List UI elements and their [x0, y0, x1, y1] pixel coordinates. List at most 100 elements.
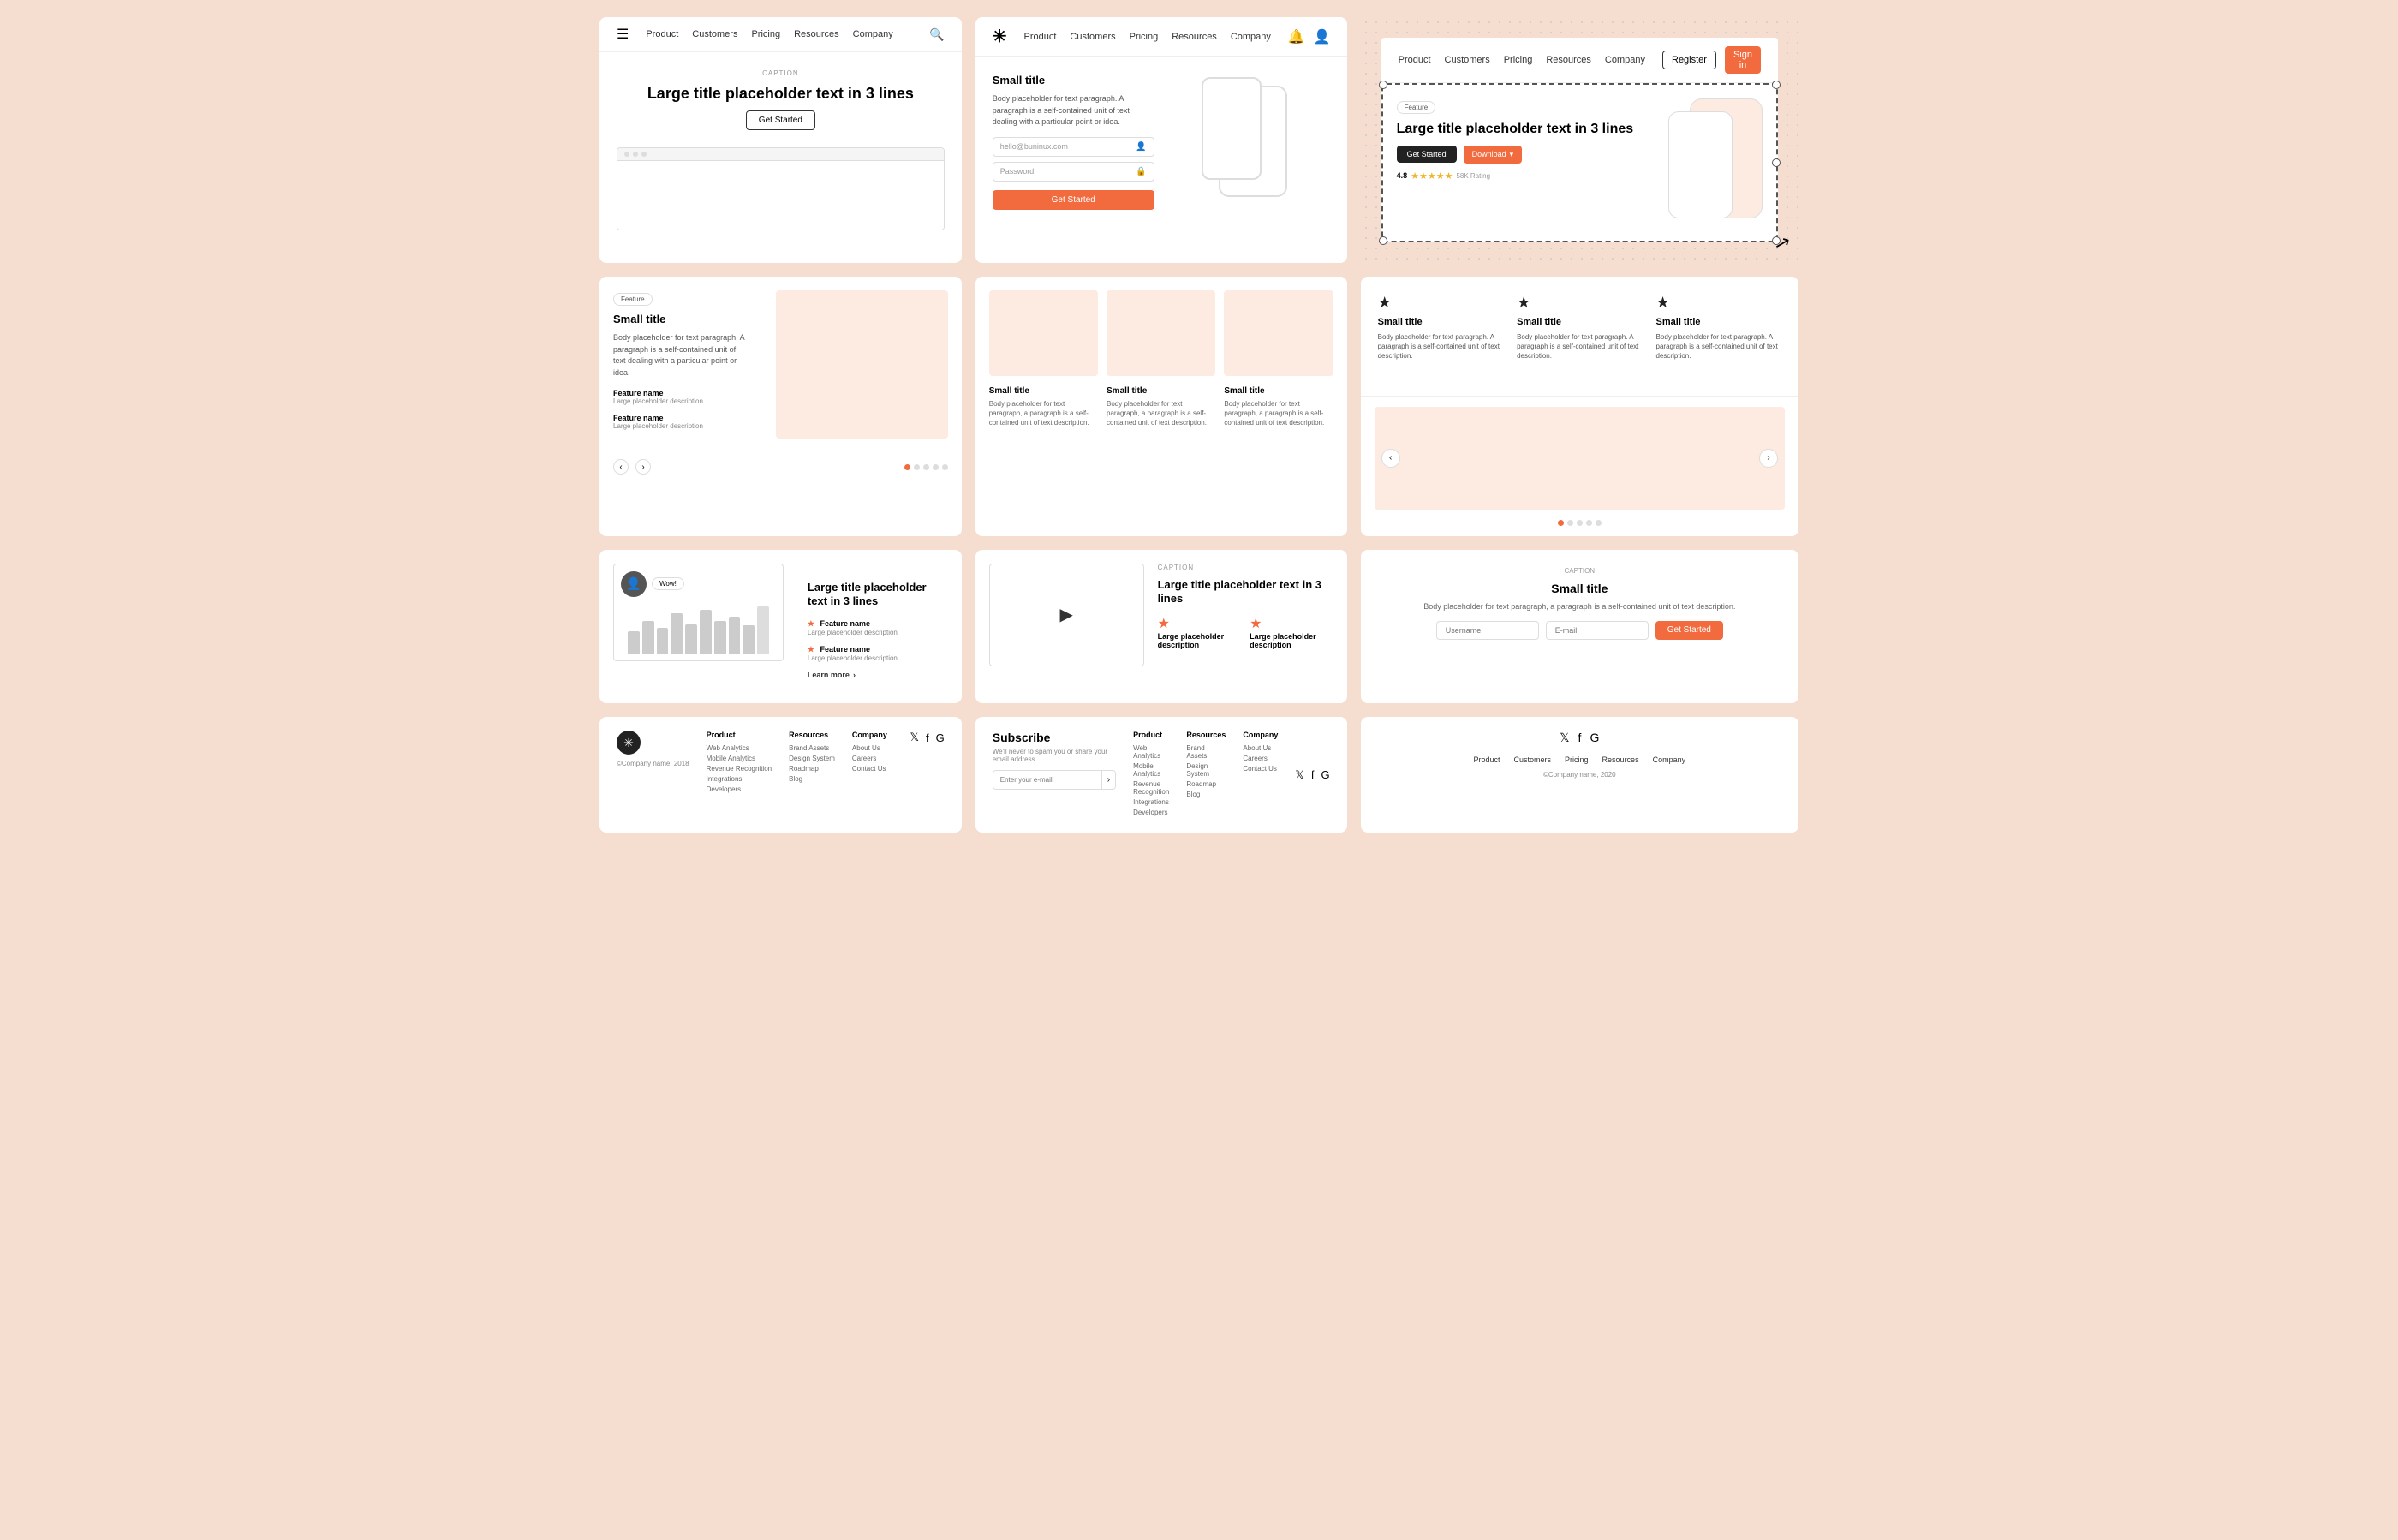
dot-1[interactable] — [904, 464, 910, 470]
carousel-next-button[interactable]: › — [1759, 449, 1778, 468]
list-item[interactable]: Integrations — [1133, 798, 1169, 806]
bar-item — [700, 610, 712, 654]
analytics-feature-1: ★ Feature name Large placeholder descrip… — [808, 619, 938, 636]
get-started-dark-button[interactable]: Get Started — [1397, 146, 1457, 163]
list-item[interactable]: Roadmap — [1186, 780, 1226, 788]
footer-nav-resources[interactable]: Resources — [1602, 755, 1639, 764]
list-item[interactable]: Design System — [789, 755, 835, 762]
prev-arrow[interactable]: ‹ — [613, 459, 629, 475]
next-arrow[interactable]: › — [635, 459, 651, 475]
nav-customers-3[interactable]: Customers — [1445, 55, 1490, 65]
list-item[interactable]: Mobile Analytics — [1133, 762, 1169, 778]
login-cta-button[interactable]: Get Started — [993, 190, 1154, 210]
list-item[interactable]: Mobile Analytics — [707, 755, 772, 762]
nav-company-3[interactable]: Company — [1605, 55, 1645, 65]
list-item[interactable]: Brand Assets — [789, 744, 835, 752]
footer-2: Subscribe We'll never to spam you or sha… — [975, 717, 1347, 833]
carousel-dot-1[interactable] — [1558, 520, 1564, 526]
nav-customers-2[interactable]: Customers — [1070, 32, 1115, 42]
list-item[interactable]: Developers — [1133, 809, 1169, 816]
carousel-dot-2[interactable] — [1567, 520, 1573, 526]
list-item[interactable]: About Us — [852, 744, 887, 752]
list-item[interactable]: Brand Assets — [1186, 744, 1226, 760]
learn-more-link[interactable]: Learn more › — [808, 671, 938, 679]
twitter-icon-2[interactable]: 𝕏 — [1295, 768, 1303, 782]
username-input[interactable] — [1436, 621, 1539, 640]
google-icon-1[interactable]: G — [936, 731, 945, 744]
nav-product-3[interactable]: Product — [1399, 55, 1431, 65]
col-2-body: Body placeholder for text paragraph, a p… — [1107, 399, 1215, 428]
feature-body: Body placeholder for text paragraph. A p… — [613, 332, 749, 379]
google-icon-2[interactable]: G — [1321, 768, 1329, 781]
cta-submit-button[interactable]: Get Started — [1655, 621, 1723, 640]
footer-nav-product[interactable]: Product — [1473, 755, 1500, 764]
carousel-section: ‹ › — [1361, 396, 1798, 536]
nav-product-1[interactable]: Product — [646, 29, 678, 39]
list-item[interactable]: Revenue Recognition — [707, 765, 772, 773]
nav-pricing-3[interactable]: Pricing — [1504, 55, 1533, 65]
twitter-icon-1[interactable]: 𝕏 — [910, 731, 919, 744]
footer-nav-pricing[interactable]: Pricing — [1565, 755, 1589, 764]
dot-2[interactable] — [914, 464, 920, 470]
footer-nav-company[interactable]: Company — [1653, 755, 1686, 764]
carousel-prev-button[interactable]: ‹ — [1381, 449, 1400, 468]
bell-icon[interactable]: 🔔 — [1288, 28, 1305, 45]
list-item[interactable]: Developers — [707, 785, 772, 793]
register-button[interactable]: Register — [1662, 51, 1716, 69]
list-item[interactable]: Blog — [1186, 791, 1226, 798]
list-item[interactable]: Contact Us — [1243, 765, 1278, 773]
login-content: Small title Body placeholder for text pa… — [975, 57, 1347, 227]
list-item[interactable]: Design System — [1186, 762, 1226, 778]
list-item[interactable]: Blog — [789, 775, 835, 783]
list-item[interactable]: Web Analytics — [1133, 744, 1169, 760]
nav-resources-3[interactable]: Resources — [1546, 55, 1591, 65]
list-item[interactable]: Revenue Recognition — [1133, 780, 1169, 796]
dot-5[interactable] — [942, 464, 948, 470]
dot-3[interactable] — [923, 464, 929, 470]
hamburger-icon[interactable]: ☰ — [617, 26, 629, 43]
list-item[interactable]: Web Analytics — [707, 744, 772, 752]
nav-pricing-1[interactable]: Pricing — [751, 29, 780, 39]
twitter-icon-3[interactable]: 𝕏 — [1560, 731, 1569, 745]
subscribe-email-input[interactable] — [993, 771, 1101, 789]
password-field[interactable]: Password 🔒 — [993, 162, 1154, 182]
search-icon[interactable]: 🔍 — [929, 27, 944, 42]
facebook-icon-1[interactable]: f — [926, 731, 929, 744]
video-right: CAPTION Large title placeholder text in … — [1158, 564, 1333, 666]
signin-button[interactable]: Sign in — [1725, 46, 1761, 74]
email-field[interactable]: hello@buninux.com 👤 — [993, 137, 1154, 157]
carousel-dot-3[interactable] — [1577, 520, 1583, 526]
google-icon-3[interactable]: G — [1590, 731, 1599, 745]
facebook-icon-2[interactable]: f — [1311, 768, 1315, 781]
video-player[interactable]: ▶ — [989, 564, 1144, 666]
carousel-dot-5[interactable] — [1596, 520, 1602, 526]
nav-company-2[interactable]: Company — [1231, 32, 1271, 42]
footer-nav-customers[interactable]: Customers — [1514, 755, 1552, 764]
email-input[interactable] — [1546, 621, 1649, 640]
list-item[interactable]: Roadmap — [789, 765, 835, 773]
download-button[interactable]: Download ▾ — [1464, 146, 1523, 164]
list-item[interactable]: Integrations — [707, 775, 772, 783]
list-item[interactable]: About Us — [1243, 744, 1278, 752]
hero-cta-button[interactable]: Get Started — [746, 110, 815, 130]
list-item[interactable]: Careers — [1243, 755, 1278, 762]
dot-4[interactable] — [933, 464, 939, 470]
nav-product-2[interactable]: Product — [1024, 32, 1057, 42]
selected-card-buttons: Get Started Download ▾ — [1397, 146, 1658, 164]
feature-badge-2: Feature — [613, 293, 653, 306]
navbar-3: Product Customers Pricing Resources Comp… — [1381, 38, 1778, 83]
list-item[interactable]: Careers — [852, 755, 887, 762]
login-form-area: Small title Body placeholder for text pa… — [993, 74, 1154, 210]
nav-resources-2[interactable]: Resources — [1172, 32, 1217, 42]
facebook-icon-3[interactable]: f — [1578, 731, 1582, 745]
nav-company-1[interactable]: Company — [853, 29, 893, 39]
reviews-content: ★ Small title Body placeholder for text … — [1361, 277, 1798, 396]
carousel-dot-4[interactable] — [1586, 520, 1592, 526]
subscribe-submit-button[interactable]: › — [1101, 771, 1115, 789]
footer-copyright-1: ©Company name, 2018 — [617, 760, 689, 767]
nav-pricing-2[interactable]: Pricing — [1130, 32, 1159, 42]
avatar-icon[interactable]: 👤 — [1314, 28, 1331, 45]
nav-customers-1[interactable]: Customers — [692, 29, 737, 39]
nav-resources-1[interactable]: Resources — [794, 29, 839, 39]
list-item[interactable]: Contact Us — [852, 765, 887, 773]
